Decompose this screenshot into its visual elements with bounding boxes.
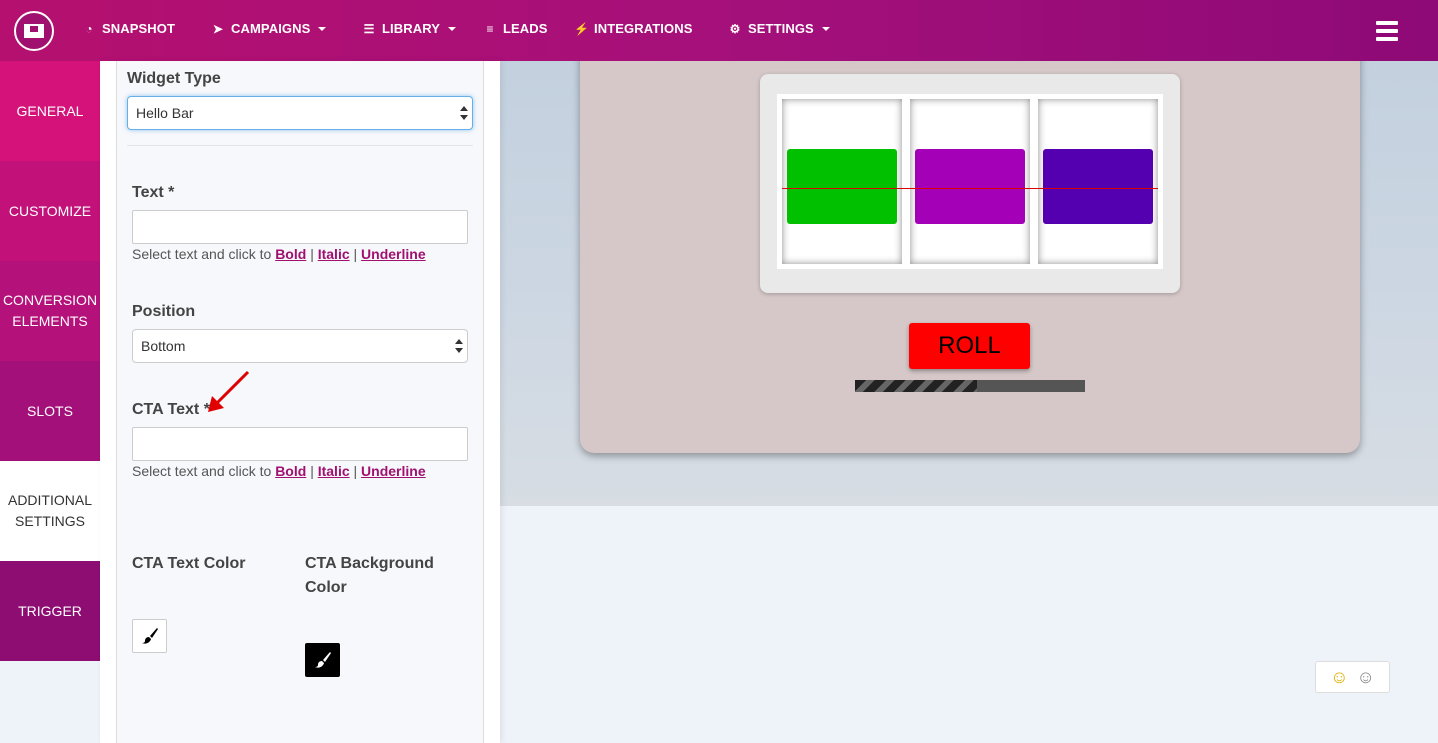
hamburger-icon[interactable]	[1376, 21, 1398, 41]
paint-brush-icon	[141, 628, 158, 644]
underline-link[interactable]: Underline	[361, 463, 426, 479]
text-format-help: Select text and click to Bold | Italic |…	[132, 246, 426, 262]
progress-bar	[855, 380, 1085, 392]
chevron-down-icon	[821, 26, 830, 31]
underline-link[interactable]: Underline	[361, 246, 426, 262]
stack-icon: ☰	[363, 21, 375, 36]
select-arrows-icon	[460, 106, 468, 122]
nav-integrations[interactable]: ⚡ INTEGRATIONS	[574, 21, 692, 36]
chevron-down-icon	[448, 26, 456, 31]
editor-sidebar: GENERAL CUSTOMIZE CONVERSION ELEMENTS SL…	[0, 61, 100, 671]
sidebar-item-trigger[interactable]: TRIGGER	[0, 561, 100, 661]
payline	[782, 188, 1158, 189]
paper-plane-icon: ➤	[212, 21, 224, 36]
divider	[127, 145, 473, 146]
slot-tile-purple	[1043, 149, 1153, 224]
sidebar-item-customize[interactable]: CUSTOMIZE	[0, 161, 100, 261]
gears-icon: ⚙	[729, 21, 741, 36]
cta-text-color-label: CTA Text Color	[132, 555, 246, 572]
nav-library[interactable]: ☰ LIBRARY	[362, 21, 456, 36]
nav-snapshot[interactable]: ◔ SNAPSHOT	[82, 21, 175, 36]
sidebar-item-additional-settings[interactable]: ADDITIONAL SETTINGS	[0, 461, 100, 561]
position-label: Position	[132, 303, 196, 320]
position-select[interactable]: Bottom	[132, 329, 468, 363]
preview-page-area	[500, 506, 1438, 743]
dashboard-icon: ◔	[85, 21, 93, 36]
paint-brush-icon	[314, 652, 331, 668]
logo[interactable]	[14, 11, 54, 51]
italic-link[interactable]: Italic	[318, 463, 350, 479]
progress-bar-fill	[855, 380, 977, 392]
sidebar-item-slots[interactable]: SLOTS	[0, 361, 100, 461]
text-input[interactable]	[132, 210, 468, 244]
sidebar-item-conversion-elements[interactable]: CONVERSION ELEMENTS	[0, 261, 100, 361]
smiley-icon: ☺	[1356, 666, 1375, 687]
chevron-down-icon	[318, 26, 327, 31]
plug-icon: ⚡	[574, 21, 590, 36]
slot-tile-green	[787, 149, 897, 224]
bold-link[interactable]: Bold	[275, 463, 306, 479]
annotation-arrow-icon	[208, 370, 250, 412]
bold-link[interactable]: Bold	[275, 246, 306, 262]
cta-bg-color-label: CTA Background Color	[305, 555, 434, 596]
emoji-widget-button[interactable]: ☺ ☺	[1315, 661, 1390, 693]
top-navigation-bar: ◔ SNAPSHOT ➤ CAMPAIGNS ☰ LIBRARY ≡ LEADS…	[0, 0, 1438, 61]
nav-settings[interactable]: ⚙ SETTINGS	[728, 21, 830, 36]
cta-text-color-picker[interactable]	[132, 619, 167, 653]
nav-campaigns[interactable]: ➤ CAMPAIGNS	[211, 21, 327, 36]
cta-text-input[interactable]	[132, 427, 468, 461]
widget-type-label: Widget Type	[127, 70, 221, 87]
roll-button[interactable]: ROLL	[909, 323, 1030, 369]
list-icon: ≡	[486, 21, 494, 36]
cta-text-label: CTA Text *	[132, 401, 210, 418]
italic-link[interactable]: Italic	[318, 246, 350, 262]
widget-type-select[interactable]: Hello Bar	[127, 96, 473, 130]
cta-bg-color-picker[interactable]	[305, 643, 340, 677]
select-arrows-icon	[455, 339, 463, 355]
sidebar-item-general[interactable]: GENERAL	[0, 61, 100, 161]
slot-tile-magenta	[915, 149, 1025, 224]
add-emoji-icon: ☺	[1330, 666, 1349, 687]
text-label: Text *	[132, 184, 175, 201]
nav-leads[interactable]: ≡ LEADS	[483, 21, 548, 36]
cta-text-format-help: Select text and click to Bold | Italic |…	[132, 463, 426, 479]
